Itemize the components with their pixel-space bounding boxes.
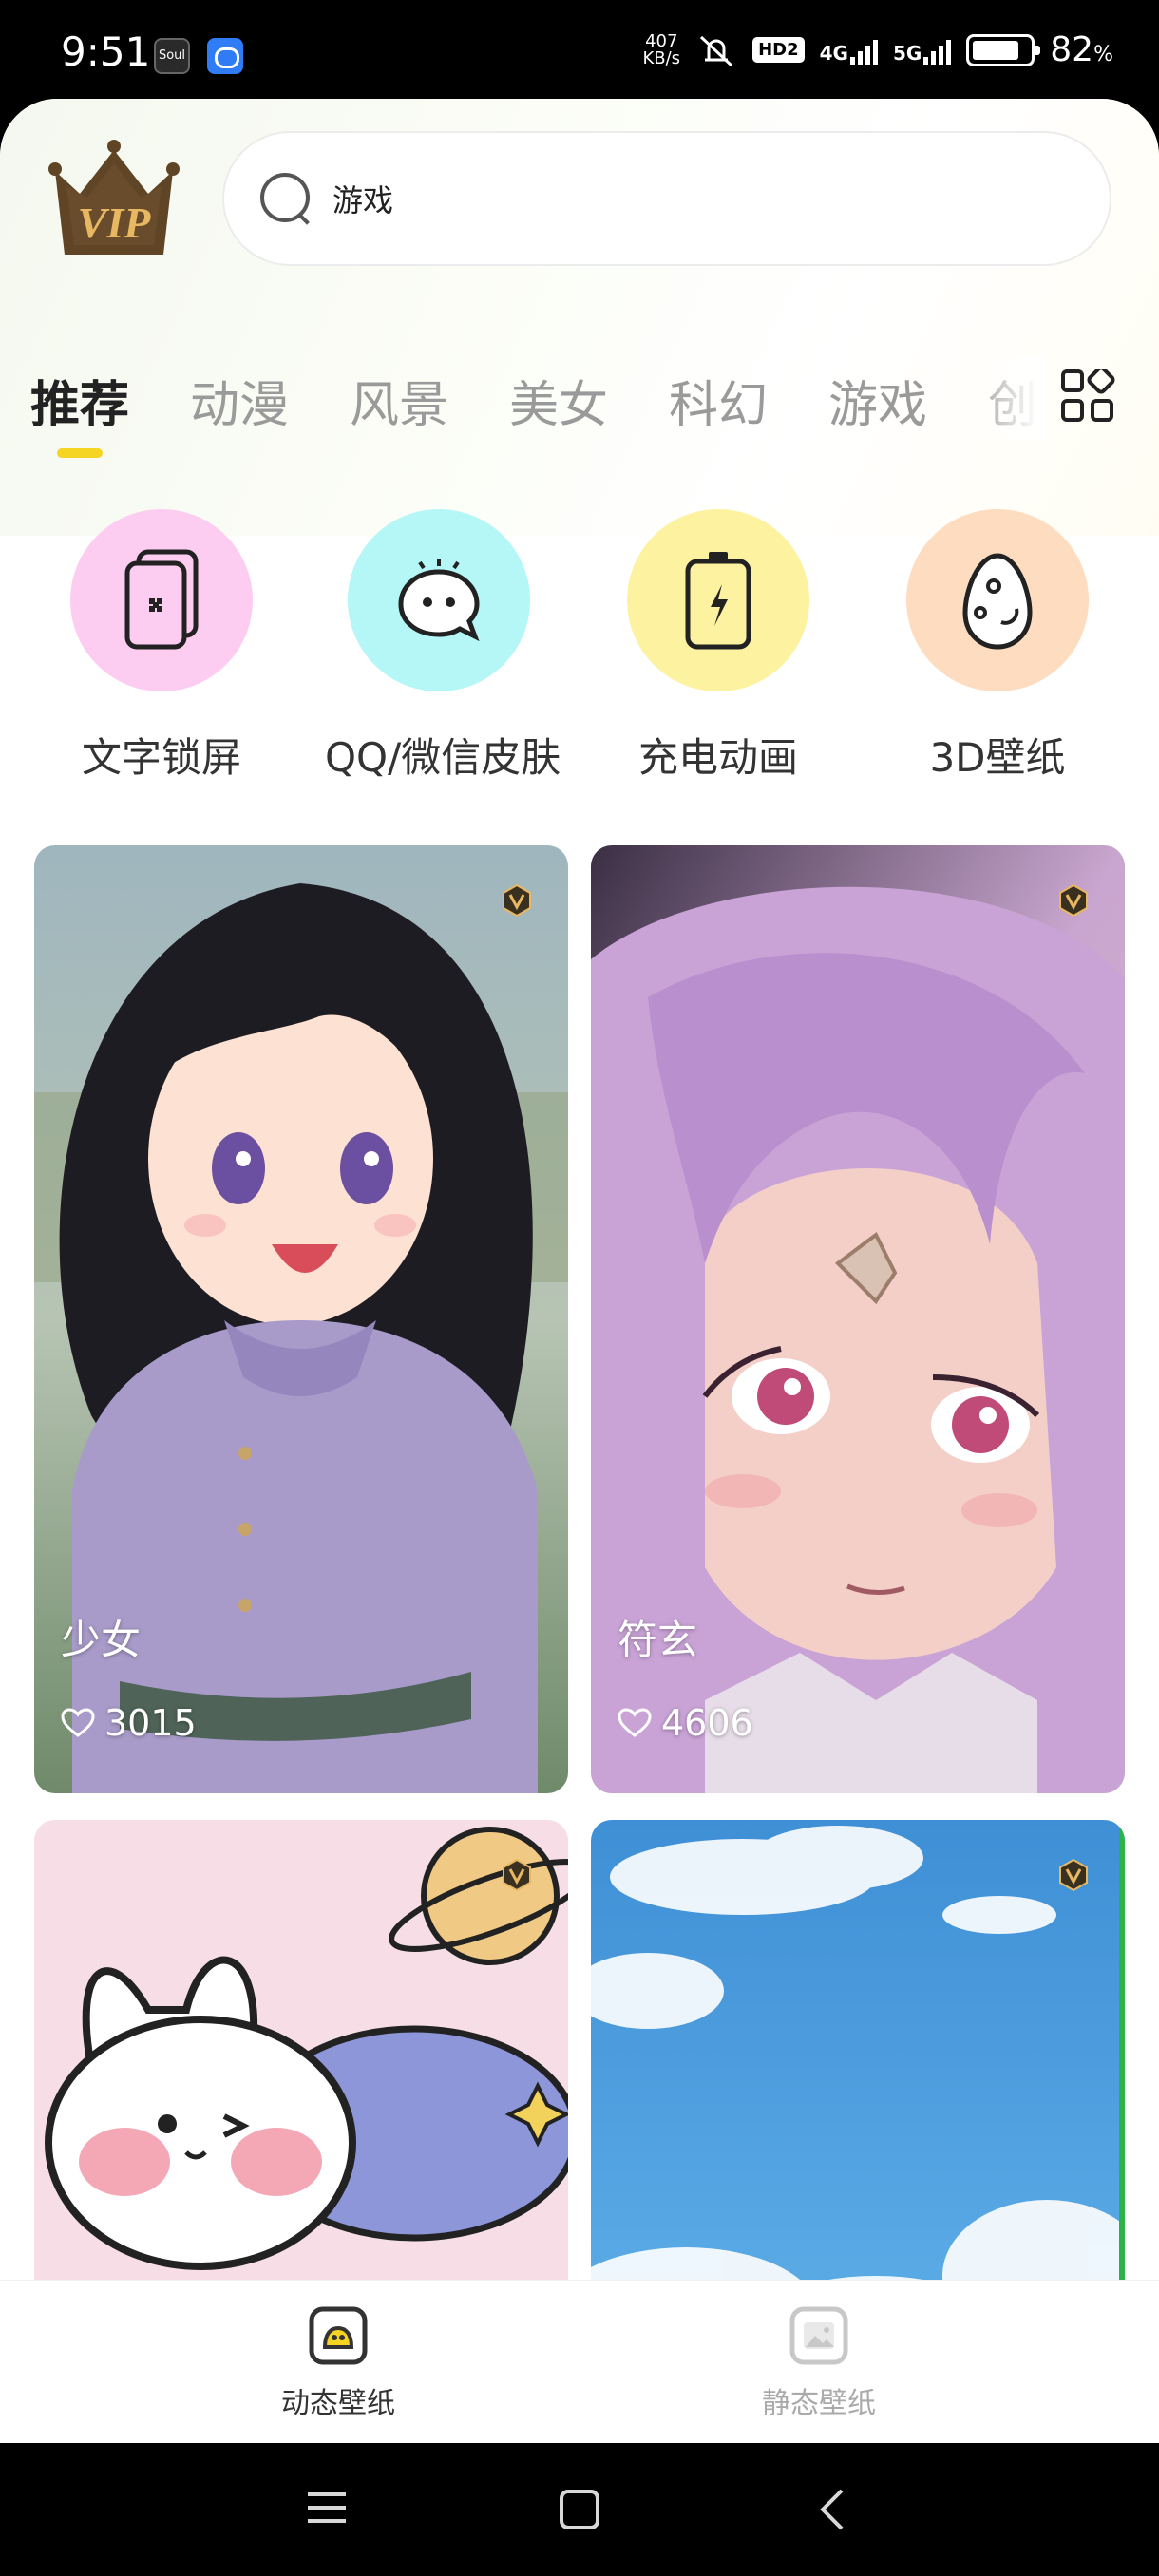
vip-crown-icon[interactable]: VIP <box>46 137 182 260</box>
tab-scenery[interactable]: 风景 <box>350 365 448 436</box>
quick-entry-circle <box>348 509 530 691</box>
home-icon[interactable] <box>559 2489 600 2530</box>
mute-bell-icon <box>700 35 733 66</box>
like-count[interactable]: 4606 <box>618 1702 753 1744</box>
wallpaper-card[interactable]: 少女 3015 <box>34 845 568 1793</box>
quick-entry-label: 充电动画 <box>637 734 798 781</box>
vip-badge-icon <box>503 883 531 918</box>
tab-beauty[interactable]: 美女 <box>509 365 608 436</box>
search-icon <box>258 171 314 226</box>
vip-text: VIP <box>78 199 152 247</box>
category-grid-icon[interactable] <box>1060 369 1115 424</box>
quick-entry-circle <box>70 509 253 691</box>
nav-label: 静态壁纸 <box>762 2387 876 2420</box>
hd-voice-badge: HD2 <box>752 37 805 63</box>
vip-badge-icon <box>503 1858 531 1892</box>
signal-4g: 4G <box>820 36 878 65</box>
battery-icon <box>966 33 1041 66</box>
like-count[interactable]: 3015 <box>61 1702 197 1744</box>
quick-entry-label: QQ/微信皮肤 <box>325 734 561 781</box>
nav-static-wallpaper[interactable]: 静态壁纸 <box>676 2305 961 2421</box>
battery-charging-icon <box>685 552 751 650</box>
tab-anime[interactable]: 动漫 <box>190 365 289 436</box>
back-icon[interactable] <box>817 2487 847 2532</box>
app-screen: VIP 游戏 推荐 动漫 风景 美女 科幻 游戏 创 文字锁屏 <box>0 99 1159 2443</box>
quick-entry-3d-wallpaper[interactable]: 3D壁纸 <box>884 509 1112 784</box>
menu-icon[interactable] <box>306 2489 348 2527</box>
quick-entry-label: 3D壁纸 <box>929 734 1066 781</box>
egg-icon <box>962 553 1033 650</box>
nav-label: 动态壁纸 <box>281 2387 395 2420</box>
heart-icon <box>618 1708 652 1737</box>
wallpaper-title: 少女 <box>61 1617 142 1663</box>
bottom-navigation: 动态壁纸 静态壁纸 <box>0 2280 1159 2443</box>
battery-percent: 82% <box>1050 30 1113 69</box>
search-input[interactable]: 游戏 <box>332 177 393 220</box>
quick-entry-text-lockscreen[interactable]: 文字锁屏 <box>48 509 276 784</box>
signal-5g: 5G <box>893 36 952 65</box>
signal-bars-icon <box>849 36 878 65</box>
battery-fill <box>973 40 1018 60</box>
heart-icon <box>61 1708 95 1737</box>
quick-entry-qq-wechat-skin[interactable]: QQ/微信皮肤 <box>325 509 561 784</box>
soul-app-icon: Soul <box>154 38 190 74</box>
quick-entry-circle <box>627 509 809 691</box>
card-icon <box>124 549 199 650</box>
active-tab-indicator <box>57 448 103 458</box>
wallpaper-card[interactable]: 符玄 4606 <box>591 845 1125 1793</box>
tab-recommend[interactable]: 推荐 <box>30 365 129 436</box>
chat-bubble-icon <box>398 559 480 642</box>
system-navigation-bar <box>0 2443 1159 2576</box>
wallpaper-title: 符玄 <box>618 1617 698 1663</box>
dynamic-wallpaper-icon <box>309 2306 368 2365</box>
static-wallpaper-icon <box>789 2306 848 2365</box>
nav-dynamic-wallpaper[interactable]: 动态壁纸 <box>196 2305 481 2421</box>
tabs-fade <box>969 355 1045 441</box>
network-speed: 407 KB/s <box>642 30 681 68</box>
cloud-app-icon <box>207 38 243 74</box>
quick-entry-label: 文字锁屏 <box>81 734 241 781</box>
quick-entry-charging-animation[interactable]: 充电动画 <box>604 509 832 784</box>
vip-badge-icon <box>1059 1858 1088 1892</box>
status-time: 9:51 <box>61 28 151 75</box>
tab-scifi[interactable]: 科幻 <box>669 365 768 436</box>
quick-entry-circle <box>906 509 1089 691</box>
status-bar: 9:51 Soul 407 KB/s HD2 4G 5G 82% <box>0 0 1159 114</box>
status-indicators: 407 KB/s HD2 4G 5G 82% <box>642 30 1113 69</box>
tab-game[interactable]: 游戏 <box>828 365 927 436</box>
search-bar[interactable]: 游戏 <box>222 131 1112 266</box>
signal-bars-icon <box>923 36 952 65</box>
vip-badge-icon <box>1059 883 1088 918</box>
